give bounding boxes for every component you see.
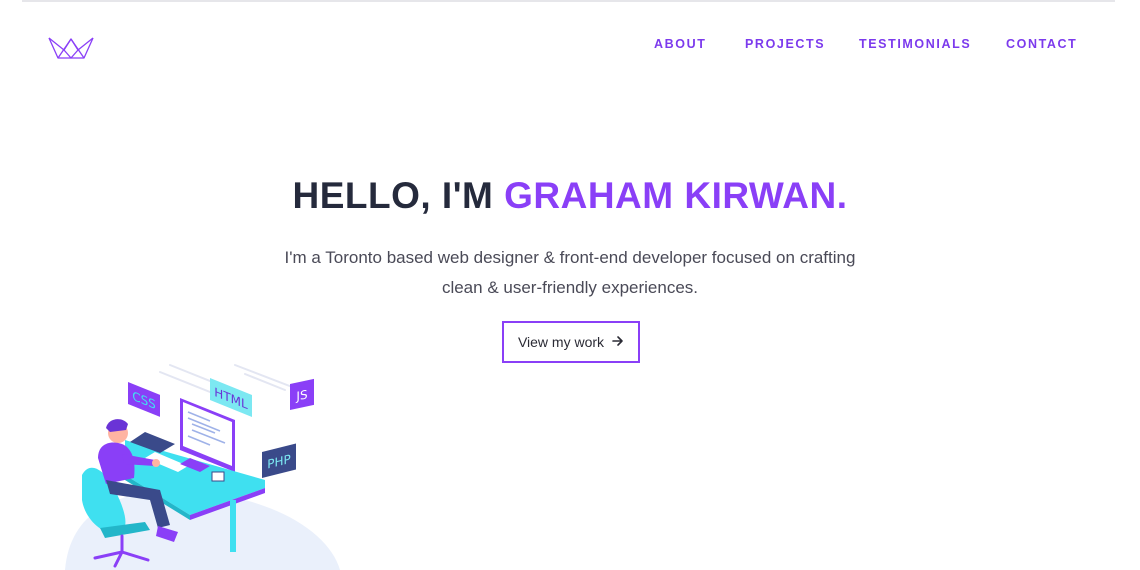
nav-contact[interactable]: CONTACT (1006, 37, 1077, 51)
crown-logo-icon[interactable] (47, 36, 95, 62)
hero-title-name: GRAHAM KIRWAN. (504, 175, 848, 216)
hero-subtitle: I'm a Toronto based web designer & front… (284, 248, 856, 297)
main-nav: ABOUT PROJECTS TESTIMONIALS CONTACT (600, 37, 1140, 53)
html-tag: HTML (210, 378, 252, 417)
php-tag: PHP (262, 443, 296, 478)
js-tag: JS (290, 378, 314, 410)
nav-testimonials[interactable]: TESTIMONIALS (859, 37, 971, 51)
hero-title: HELLO, I'M GRAHAM KIRWAN. (0, 175, 1140, 217)
developer-illustration: CSS HTML JS PHP (65, 364, 340, 570)
view-work-label: View my work (517, 334, 605, 350)
view-work-button[interactable]: View my work (502, 321, 640, 363)
arrow-right-icon (612, 335, 624, 350)
nav-about[interactable]: ABOUT (654, 37, 706, 51)
nav-projects[interactable]: PROJECTS (745, 37, 825, 51)
hero-title-prefix: HELLO, I'M (292, 175, 505, 216)
css-tag: CSS (128, 382, 160, 417)
top-divider (22, 0, 1115, 2)
js-tag-label: JS (295, 387, 307, 403)
